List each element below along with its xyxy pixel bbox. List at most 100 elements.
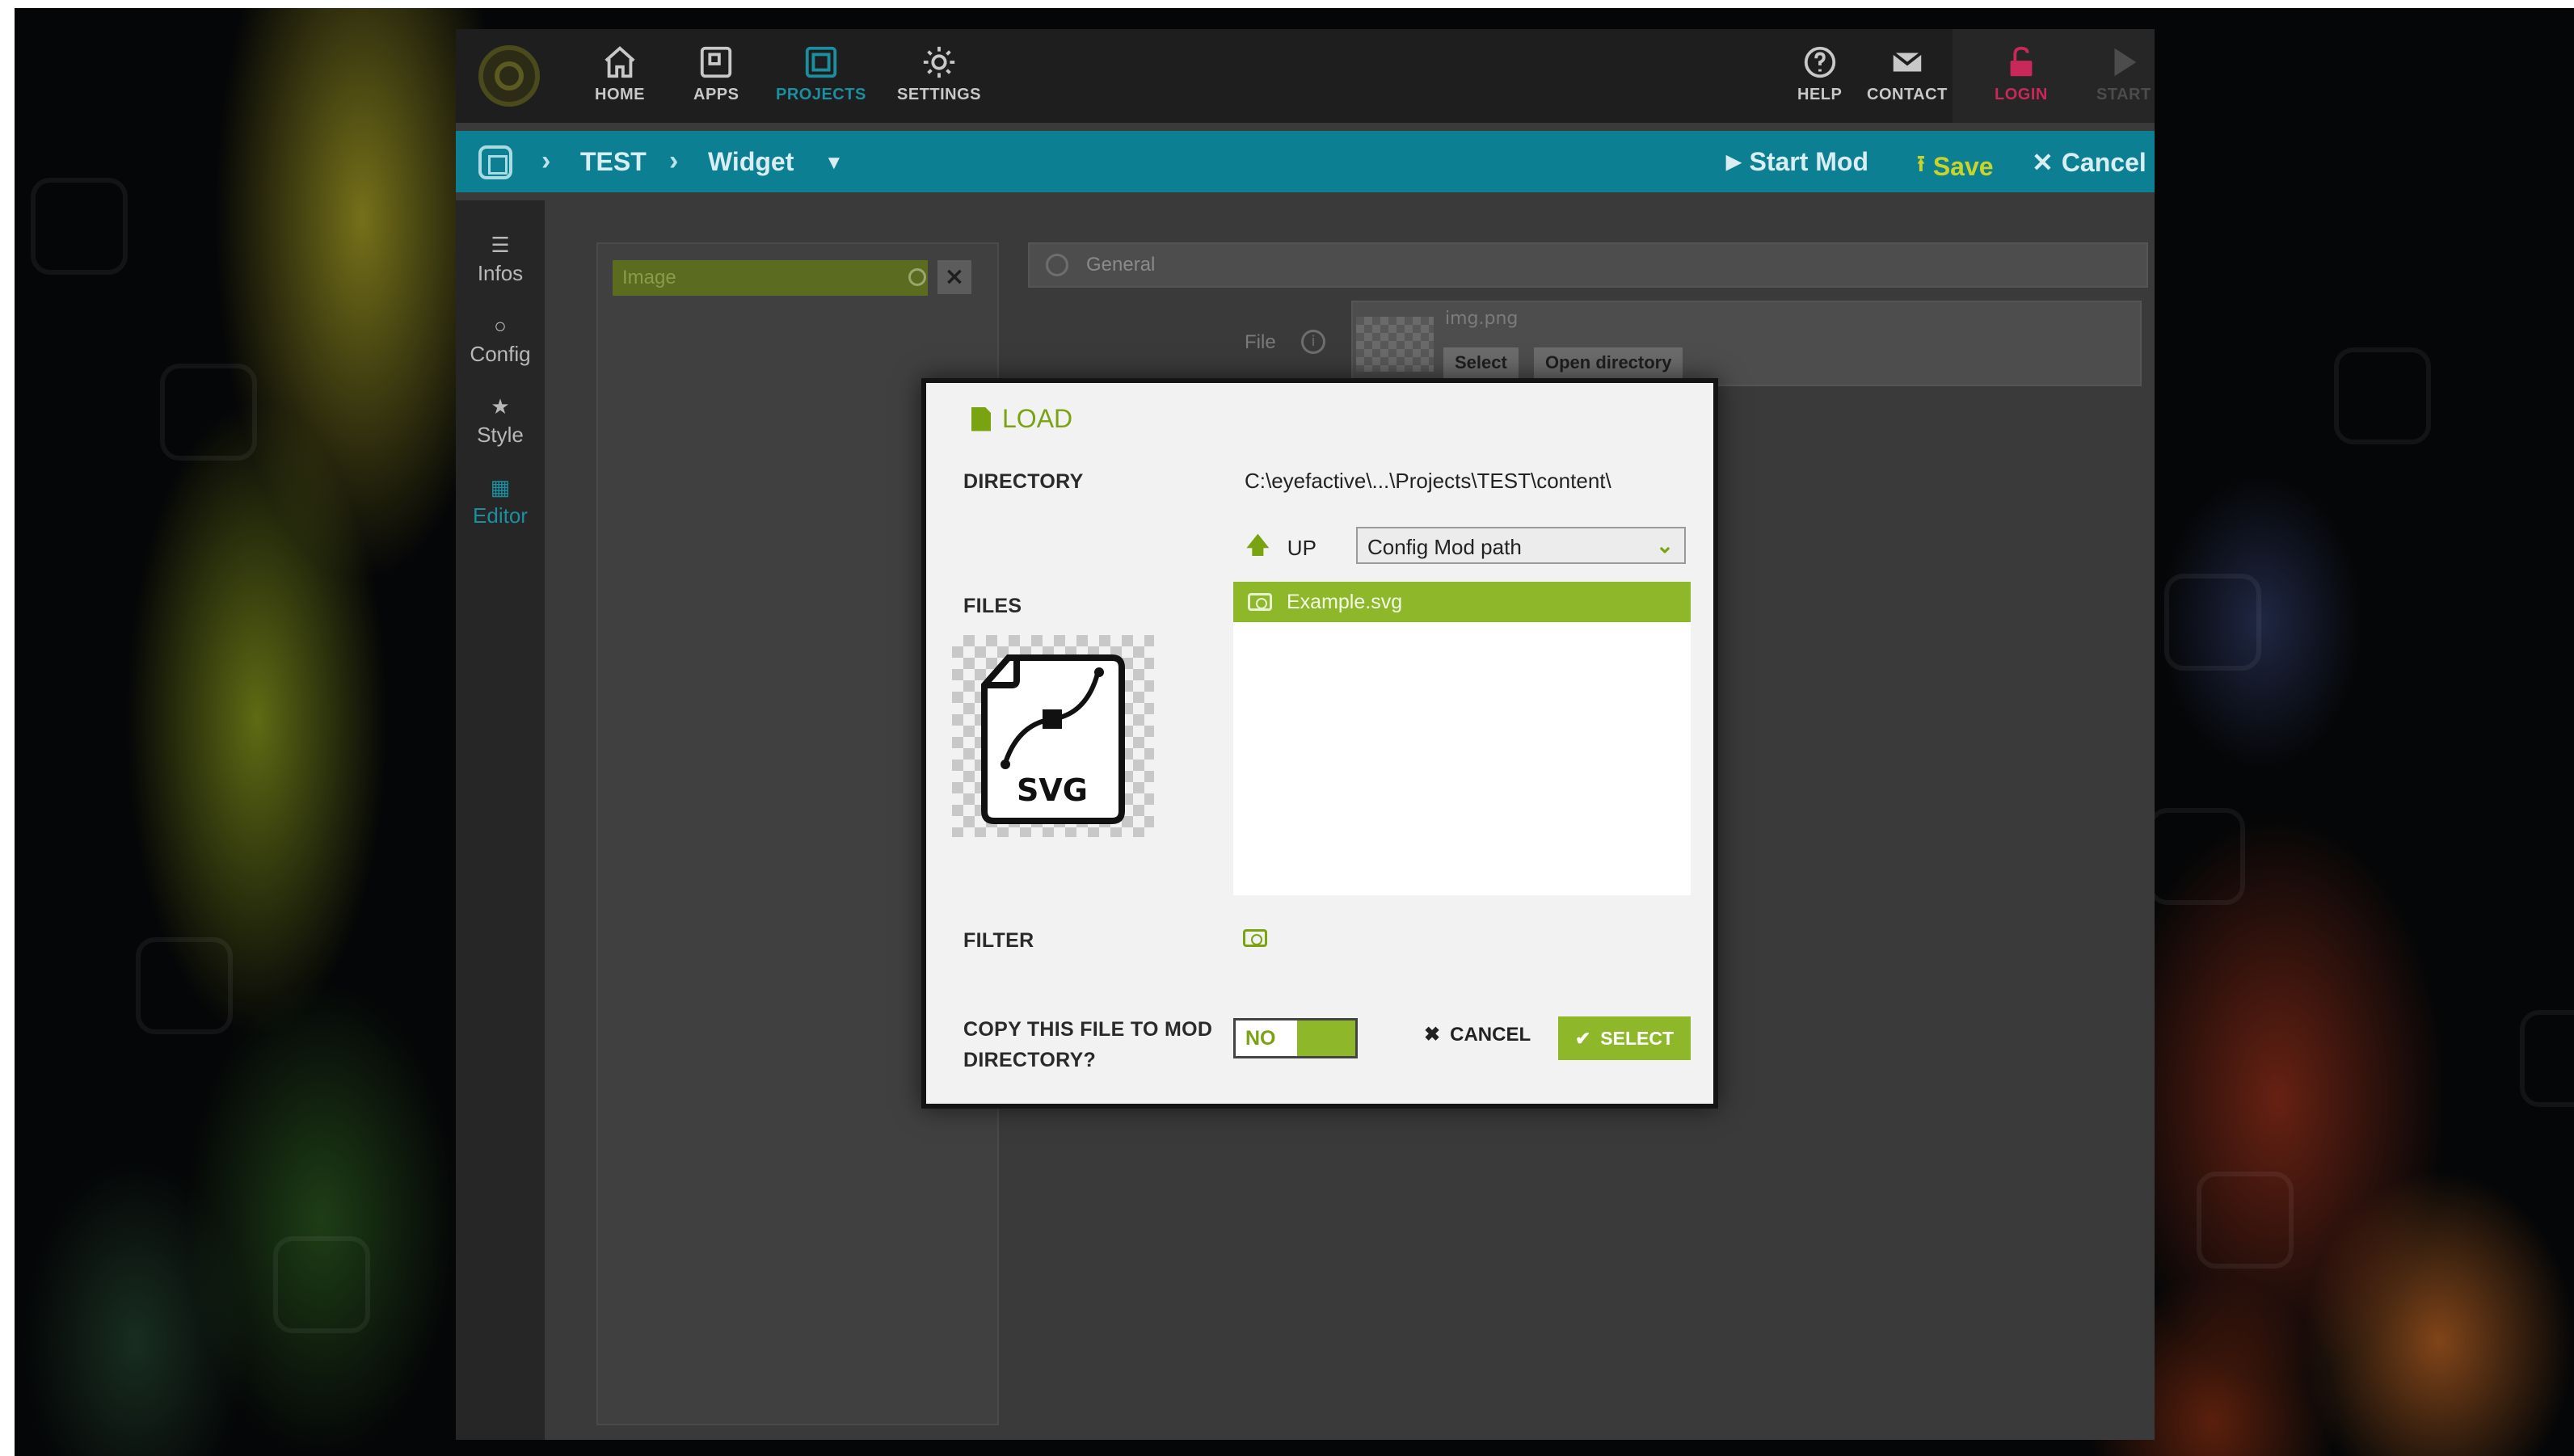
gear-icon bbox=[923, 46, 955, 78]
nav-home[interactable]: HOME bbox=[595, 44, 645, 113]
section-title: General bbox=[1086, 254, 1156, 276]
nav-apps[interactable]: APPS bbox=[693, 44, 739, 113]
sidebar-item-infos[interactable]: ☰ Infos bbox=[456, 233, 545, 286]
toggle-value: NO bbox=[1236, 1020, 1297, 1056]
dialog-cancel-button[interactable]: ✖ CANCEL bbox=[1424, 1023, 1531, 1046]
apps-icon bbox=[701, 46, 732, 78]
save-button[interactable]: ⭱ Save bbox=[1917, 147, 1994, 186]
background-tile bbox=[2197, 1172, 2294, 1269]
select-file-button[interactable]: Select bbox=[1443, 347, 1519, 378]
filter-label: FILTER bbox=[963, 929, 1034, 952]
preview-label: SVG bbox=[1017, 772, 1088, 808]
open-directory-button[interactable]: Open directory bbox=[1534, 347, 1683, 378]
arrow-up-icon: 🡅 bbox=[1246, 532, 1270, 558]
sidebar-item-label: Infos bbox=[477, 261, 524, 285]
up-button[interactable]: 🡅 UP bbox=[1246, 528, 1316, 567]
desktop-background: HOME APPS PROJECTS SETTINGS HELP CONTACT… bbox=[15, 8, 2574, 1456]
sidebar-item-config[interactable]: ○ Config bbox=[456, 314, 545, 367]
nav-start-label: START bbox=[2096, 86, 2151, 103]
search-input[interactable]: Image bbox=[613, 260, 928, 296]
sidebar-item-label: Style bbox=[477, 423, 524, 447]
check-icon: ✔ bbox=[1574, 1027, 1591, 1049]
background-tile bbox=[2334, 347, 2431, 444]
breadcrumb-project[interactable]: TEST bbox=[580, 147, 647, 177]
info-icon[interactable]: i bbox=[1301, 330, 1325, 354]
nav-apps-label: APPS bbox=[693, 86, 739, 103]
file-item-name: Example.svg bbox=[1287, 590, 1403, 613]
document-icon bbox=[971, 406, 991, 431]
nav-help[interactable]: HELP bbox=[1797, 44, 1842, 113]
background-tile bbox=[2164, 574, 2261, 671]
nav-home-label: HOME bbox=[595, 86, 645, 103]
nav-projects[interactable]: PROJECTS bbox=[776, 44, 866, 113]
file-list[interactable]: Example.svg bbox=[1233, 582, 1691, 895]
collapse-icon[interactable] bbox=[1046, 254, 1068, 276]
nav-settings[interactable]: SETTINGS bbox=[897, 44, 981, 113]
file-preview: SVG bbox=[952, 635, 1154, 837]
dialog-select-label: SELECT bbox=[1600, 1027, 1674, 1049]
circle-icon: ○ bbox=[494, 314, 507, 338]
breadcrumb: › TEST › Widget ▼ ▶ Start Mod ⭱ Save ✕ C… bbox=[456, 131, 2155, 192]
dialog-cancel-label: CANCEL bbox=[1450, 1023, 1531, 1046]
background-tile bbox=[31, 178, 128, 275]
play-icon: ▶ bbox=[1726, 151, 1742, 173]
camera-filter-icon[interactable] bbox=[1243, 929, 1267, 947]
nav-start[interactable]: START bbox=[2096, 44, 2151, 113]
mail-icon bbox=[1892, 51, 1923, 72]
general-section-header[interactable]: General bbox=[1028, 242, 2148, 288]
save-label: Save bbox=[1932, 151, 1994, 181]
directory-label: DIRECTORY bbox=[963, 470, 1084, 493]
path-select[interactable]: Config Mod path ⌄ bbox=[1356, 527, 1686, 564]
background-tile bbox=[2520, 1010, 2574, 1107]
up-label: UP bbox=[1287, 535, 1316, 560]
chevron-down-icon: ⌄ bbox=[1656, 533, 1674, 558]
upload-icon: ⭱ bbox=[1917, 151, 1925, 176]
path-select-value: Config Mod path bbox=[1367, 535, 1522, 559]
files-label: FILES bbox=[963, 595, 1022, 617]
close-icon: ✖ bbox=[1424, 1024, 1441, 1046]
nav-contact-label: CONTACT bbox=[1867, 86, 1948, 103]
svg-file-icon: SVG bbox=[981, 654, 1125, 824]
nav-help-label: HELP bbox=[1797, 86, 1843, 103]
cancel-button[interactable]: ✕ Cancel bbox=[2032, 147, 2146, 178]
breadcrumb-widget[interactable]: Widget bbox=[708, 147, 794, 177]
play-icon bbox=[2114, 48, 2137, 77]
file-name: img.png bbox=[1445, 309, 1519, 329]
clear-search-button[interactable]: × bbox=[937, 260, 971, 294]
lock-icon bbox=[2010, 46, 2033, 77]
app-logo[interactable] bbox=[478, 45, 540, 107]
caret-down-icon[interactable]: ▼ bbox=[824, 152, 844, 175]
nav-settings-label: SETTINGS bbox=[897, 86, 982, 103]
list-icon: ☰ bbox=[491, 233, 510, 257]
cancel-label: Cancel bbox=[2061, 147, 2146, 177]
top-navigation-bar: HOME APPS PROJECTS SETTINGS HELP CONTACT… bbox=[456, 29, 2155, 123]
grid-icon: ▦ bbox=[490, 475, 511, 499]
file-field: img.png Select Open directory bbox=[1351, 301, 2142, 386]
nav-login-label: LOGIN bbox=[1995, 86, 2048, 103]
nav-projects-label: PROJECTS bbox=[776, 86, 866, 103]
dialog-select-button[interactable]: ✔ SELECT bbox=[1558, 1016, 1691, 1060]
list-item[interactable]: Example.svg bbox=[1233, 582, 1691, 622]
sidebar-item-label: Editor bbox=[473, 503, 528, 528]
directory-path: C:\eyefactive\...\Projects\TEST\content\ bbox=[1245, 469, 1611, 493]
dialog-title: LOAD bbox=[971, 404, 1072, 434]
background-tile bbox=[273, 1236, 370, 1333]
copy-label-line2: DIRECTORY? bbox=[963, 1049, 1097, 1071]
search-icon[interactable] bbox=[908, 268, 926, 286]
sidebar-item-style[interactable]: ★ Style bbox=[456, 394, 545, 448]
copy-label-line1: COPY THIS FILE TO MOD bbox=[963, 1018, 1213, 1041]
file-label: File bbox=[1245, 331, 1276, 353]
camera-icon bbox=[1248, 593, 1272, 611]
help-icon bbox=[1804, 46, 1835, 78]
project-grid-icon[interactable] bbox=[478, 145, 512, 179]
sidebar-item-editor[interactable]: ▦ Editor bbox=[456, 475, 545, 528]
side-navigation: ☰ Infos ○ Config ★ Style ▦ Editor bbox=[456, 200, 545, 1440]
nav-login[interactable]: LOGIN bbox=[1995, 44, 2048, 113]
nav-contact[interactable]: CONTACT bbox=[1867, 44, 1948, 113]
sidebar-item-label: Config bbox=[470, 342, 531, 366]
start-mod-label: Start Mod bbox=[1749, 147, 1869, 176]
start-mod-button[interactable]: ▶ Start Mod bbox=[1726, 147, 1868, 177]
copy-toggle[interactable]: NO bbox=[1233, 1018, 1358, 1058]
chevron-right-icon: › bbox=[669, 145, 679, 176]
chevron-right-icon: › bbox=[541, 145, 551, 176]
